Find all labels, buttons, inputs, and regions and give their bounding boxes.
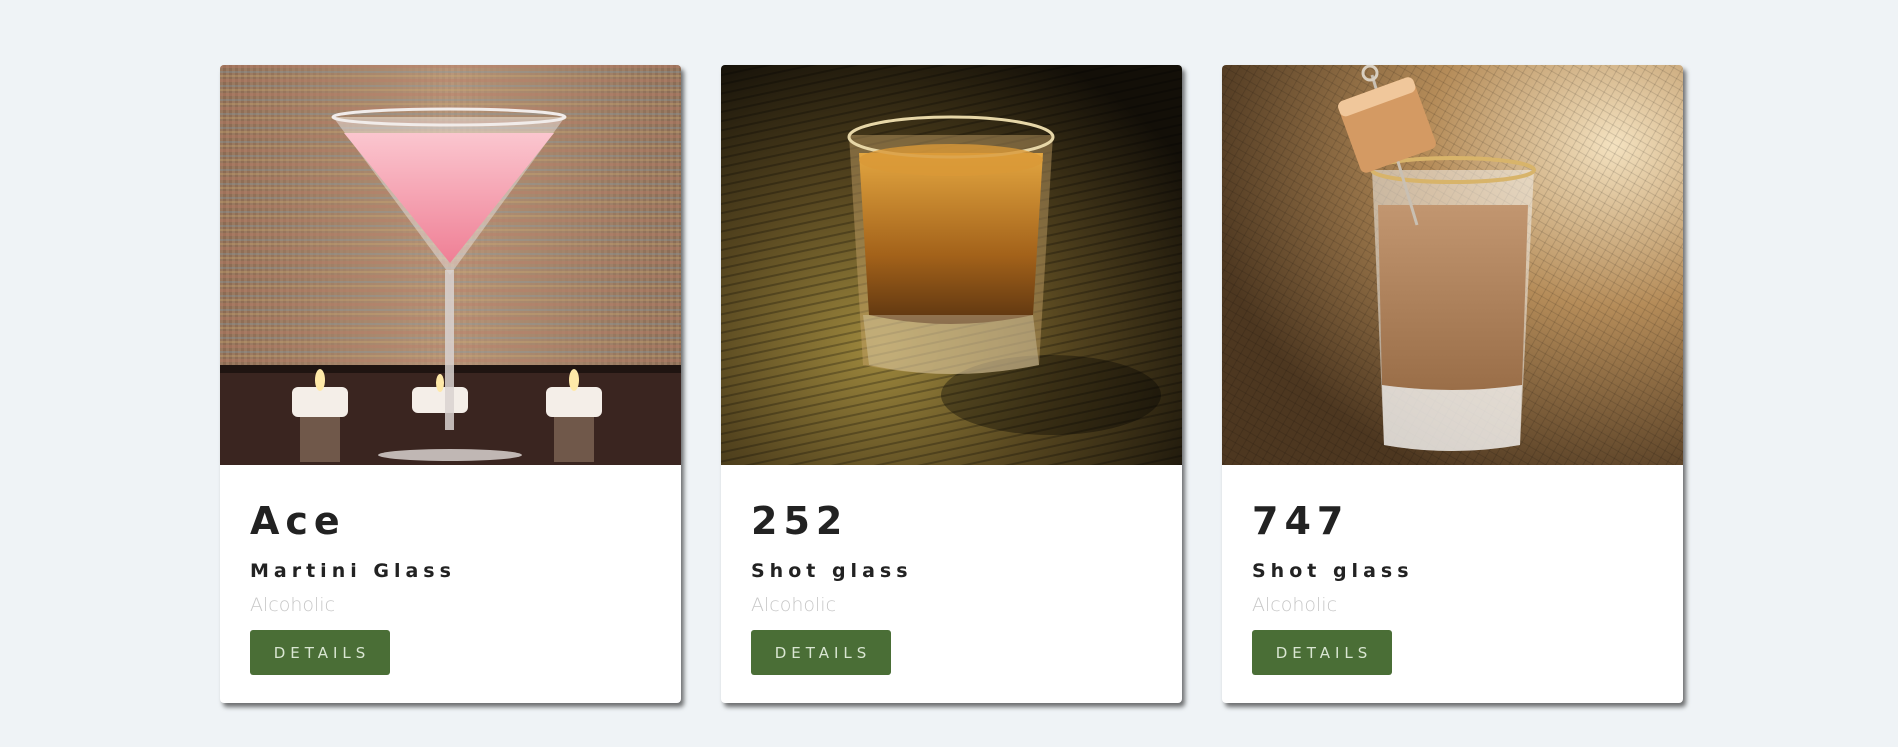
drink-photo <box>721 65 1182 465</box>
drink-name: 747 <box>1252 499 1350 543</box>
drink-card: Ace Martini Glass Alcoholic DETAILS <box>220 65 681 703</box>
drink-category: Alcoholic <box>751 594 837 616</box>
details-button[interactable]: DETAILS <box>1252 630 1392 675</box>
drink-name: Ace <box>250 499 346 543</box>
drink-card-grid: Ace Martini Glass Alcoholic DETAILS 252 … <box>220 65 1683 703</box>
details-button[interactable]: DETAILS <box>250 630 390 675</box>
drink-photo <box>1222 65 1683 465</box>
drink-category: Alcoholic <box>250 594 336 616</box>
drink-name: 252 <box>751 499 849 543</box>
drink-card: 252 Shot glass Alcoholic DETAILS <box>721 65 1182 703</box>
details-button[interactable]: DETAILS <box>751 630 891 675</box>
drink-card: 747 Shot glass Alcoholic DETAILS <box>1222 65 1683 703</box>
glass-type: Shot glass <box>751 560 913 582</box>
glass-type: Martini Glass <box>250 560 456 582</box>
drink-photo <box>220 65 681 465</box>
drink-category: Alcoholic <box>1252 594 1338 616</box>
glass-type: Shot glass <box>1252 560 1414 582</box>
